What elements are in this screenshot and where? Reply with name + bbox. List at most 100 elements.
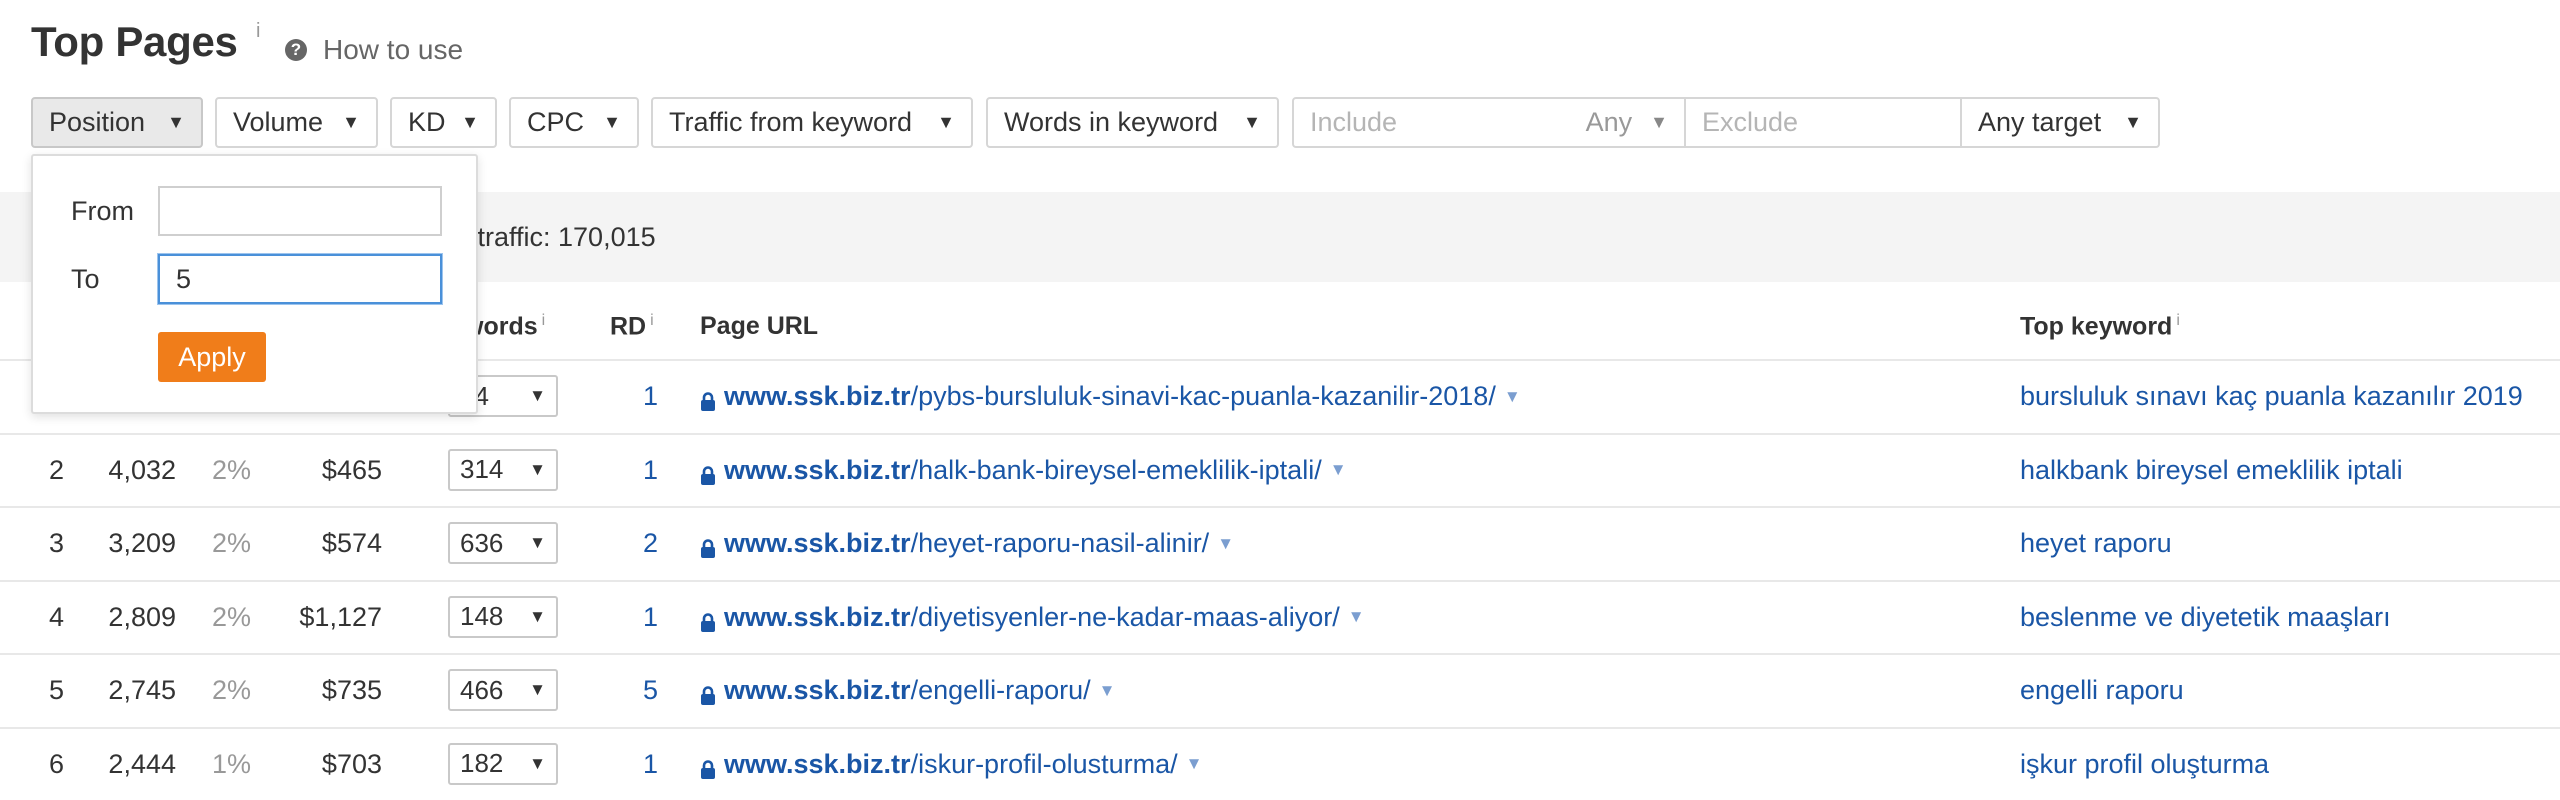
- exclude-input[interactable]: Exclude: [1684, 99, 1960, 146]
- column-header-top-keyword[interactable]: Top keyword i: [2020, 312, 2180, 341]
- chevron-down-icon[interactable]: ▼: [1650, 112, 1668, 133]
- include-input[interactable]: Include Any ▼: [1294, 99, 1684, 146]
- chevron-down-icon: ▼: [2124, 112, 2142, 132]
- summary-traffic-text: l traffic: 170,015: [464, 222, 656, 252]
- keyword-search-group: Include Any ▼ Exclude Any target ▼: [1292, 97, 2160, 148]
- row-keywords-select[interactable]: 636 ▼: [448, 522, 558, 564]
- row-referring-domains[interactable]: 1: [598, 381, 658, 412]
- row-page-url[interactable]: www.ssk.biz.tr/iskur-profil-olusturma/ ▼: [700, 749, 1202, 780]
- chevron-down-icon: ▼: [167, 112, 185, 132]
- row-url-path[interactable]: /halk-bank-bireysel-emeklilik-iptali/: [911, 455, 1322, 486]
- row-referring-domains[interactable]: 1: [598, 455, 658, 486]
- row-keywords-count: 148: [460, 601, 504, 631]
- volume-filter-button[interactable]: Volume ▼: [215, 97, 378, 148]
- row-top-keyword[interactable]: heyet raporu: [2020, 528, 2172, 559]
- column-top-keyword-label: Top keyword: [2020, 312, 2173, 341]
- row-url-domain[interactable]: www.ssk.biz.tr: [724, 675, 911, 706]
- row-value: $1,127: [299, 601, 382, 632]
- row-referring-domains[interactable]: 1: [598, 602, 658, 633]
- row-traffic: 2,745: [108, 675, 176, 705]
- row-url-path[interactable]: /iskur-profil-olusturma/: [911, 749, 1178, 780]
- table-row: 2 4,032 2% $465 314 ▼ 1 www.ssk.biz.tr/halk-ban…: [0, 432, 2560, 506]
- chevron-down-icon: ▼: [529, 533, 546, 552]
- row-top-keyword[interactable]: işkur profil oluşturma: [2020, 749, 2269, 780]
- chevron-down-icon: ▼: [529, 386, 546, 405]
- row-traffic: 2,809: [108, 601, 176, 632]
- position-filter-label: Position: [49, 107, 146, 137]
- url-dropdown-icon[interactable]: ▼: [1099, 681, 1116, 701]
- traffic-from-keyword-filter-button[interactable]: Traffic from keyword ▼: [651, 97, 973, 148]
- row-url-path[interactable]: /diyetisyenler-ne-kadar-maas-aliyor/: [911, 602, 1340, 633]
- row-referring-domains[interactable]: 1: [598, 749, 658, 780]
- url-dropdown-icon[interactable]: ▼: [1504, 387, 1521, 407]
- lock-icon: [700, 461, 716, 485]
- row-url-path[interactable]: /engelli-raporu/: [911, 675, 1091, 706]
- row-number: 3: [49, 528, 65, 558]
- words-in-keyword-filter-button[interactable]: Words in keyword ▼: [986, 97, 1279, 148]
- row-url-path[interactable]: /heyet-raporu-nasil-alinir/: [911, 528, 1210, 559]
- target-label: Any target: [1978, 107, 2102, 137]
- row-url-domain[interactable]: www.ssk.biz.tr: [724, 455, 911, 486]
- info-icon[interactable]: i: [650, 312, 654, 329]
- row-page-url[interactable]: www.ssk.biz.tr/diyetisyenler-ne-kadar-ma…: [700, 602, 1365, 633]
- row-top-keyword[interactable]: engelli raporu: [2020, 675, 2184, 706]
- row-top-keyword[interactable]: halkbank bireysel emeklilik iptali: [2020, 455, 2403, 486]
- row-top-keyword[interactable]: bursluluk sınavı kaç puanla kazanılır 20…: [2020, 381, 2523, 412]
- row-page-url[interactable]: www.ssk.biz.tr/pybs-bursluluk-sinavi-kac…: [700, 381, 1521, 412]
- row-traffic: 4,032: [108, 454, 176, 485]
- info-icon[interactable]: i: [2176, 312, 2180, 329]
- row-url-domain[interactable]: www.ssk.biz.tr: [724, 381, 911, 412]
- row-keywords-select[interactable]: 466 ▼: [448, 669, 558, 711]
- target-select[interactable]: Any target ▼: [1960, 99, 2158, 146]
- row-top-keyword[interactable]: beslenme ve diyetetik maaşları: [2020, 602, 2391, 633]
- row-keywords-select[interactable]: 314 ▼: [448, 448, 558, 491]
- info-icon[interactable]: i: [542, 312, 546, 329]
- chevron-down-icon: ▼: [529, 606, 546, 626]
- row-number: 6: [49, 748, 65, 779]
- position-filter-popover: From To Apply: [31, 154, 478, 414]
- row-value: $465: [321, 454, 382, 485]
- column-header-rd[interactable]: RD i: [610, 312, 654, 341]
- row-value: $735: [321, 675, 382, 705]
- row-url-domain[interactable]: www.ssk.biz.tr: [724, 602, 911, 633]
- row-page-url[interactable]: www.ssk.biz.tr/halk-bank-bireysel-emekli…: [700, 455, 1347, 486]
- row-referring-domains[interactable]: 5: [598, 675, 658, 706]
- row-page-url[interactable]: www.ssk.biz.tr/engelli-raporu/ ▼: [700, 675, 1116, 706]
- row-url-domain[interactable]: www.ssk.biz.tr: [724, 528, 911, 559]
- url-dropdown-icon[interactable]: ▼: [1186, 754, 1203, 774]
- exclude-placeholder: Exclude: [1702, 107, 1799, 137]
- row-referring-domains[interactable]: 2: [598, 528, 658, 559]
- from-label: From: [71, 196, 134, 226]
- kd-filter-label: KD: [408, 107, 446, 137]
- url-dropdown-icon[interactable]: ▼: [1217, 534, 1234, 554]
- url-dropdown-icon[interactable]: ▼: [1348, 607, 1365, 627]
- row-keywords-select[interactable]: 182 ▼: [448, 742, 558, 785]
- to-label: To: [71, 264, 100, 294]
- row-keywords-select[interactable]: 148 ▼: [448, 595, 558, 638]
- url-dropdown-icon[interactable]: ▼: [1330, 460, 1347, 480]
- title-info-icon[interactable]: i: [256, 20, 260, 43]
- cpc-filter-button[interactable]: CPC ▼: [509, 97, 639, 148]
- help-icon: ?: [285, 39, 307, 61]
- row-number: 4: [49, 601, 65, 632]
- row-keywords-count: 182: [460, 748, 504, 778]
- chevron-down-icon: ▼: [1243, 112, 1261, 132]
- row-value: $574: [321, 528, 382, 558]
- from-input[interactable]: [158, 186, 442, 236]
- row-keywords-count: 636: [460, 527, 504, 558]
- position-filter-button[interactable]: Position ▼: [31, 97, 203, 148]
- kd-filter-button[interactable]: KD ▼: [390, 97, 497, 148]
- to-input[interactable]: [158, 254, 442, 304]
- lock-icon: [700, 681, 716, 705]
- include-mode-label[interactable]: Any: [1586, 107, 1633, 138]
- row-traffic: 3,209: [108, 528, 176, 558]
- row-value: $703: [321, 748, 382, 779]
- apply-button[interactable]: Apply: [158, 332, 266, 382]
- how-to-use-link[interactable]: ? How to use: [285, 34, 463, 66]
- lock-icon: [700, 534, 716, 558]
- row-page-url[interactable]: www.ssk.biz.tr/heyet-raporu-nasil-alinir…: [700, 528, 1234, 559]
- row-url-path[interactable]: /pybs-bursluluk-sinavi-kac-puanla-kazani…: [911, 381, 1496, 412]
- row-url-domain[interactable]: www.ssk.biz.tr: [724, 749, 911, 780]
- column-header-page-url[interactable]: Page URL: [700, 312, 818, 341]
- page-title: Top Pages: [31, 18, 238, 65]
